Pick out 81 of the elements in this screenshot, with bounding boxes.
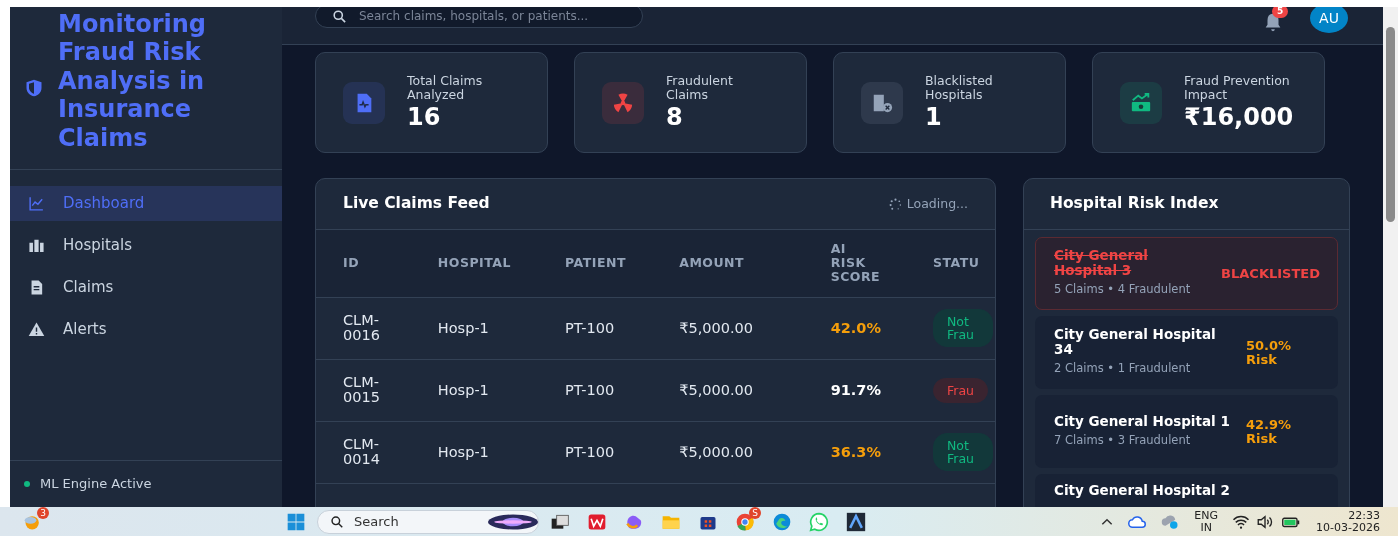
hospital-item[interactable]: City General Hospital 1 7 Claims • 3 Fraudulent 42.9% Risk — [1035, 395, 1338, 468]
card-title: Hospital Risk Index — [1050, 193, 1219, 215]
windows-icon[interactable] — [286, 511, 306, 532]
risk-score: 42.0% — [830, 319, 881, 336]
nav-item[interactable]: Claims — [10, 270, 282, 305]
table-cell: PT-100 — [565, 319, 615, 336]
stat-label: Total Claims Analyzed — [407, 73, 484, 102]
loading-text: Loading... — [906, 194, 968, 213]
app-title: Monitoring Fraud Risk Analysis in Insurance Claims — [58, 9, 207, 153]
stat-label: Blacklisted Hospitals — [925, 73, 994, 102]
chart-line-icon — [28, 195, 45, 212]
clock[interactable]: 22:33 10-03-2026 — [1316, 509, 1380, 534]
table-cell-text: CLM-0014 — [343, 437, 381, 467]
notification-badge: 5 — [1272, 7, 1289, 18]
status-dot-icon — [24, 481, 30, 487]
risk-score: 91.7% — [830, 381, 881, 398]
speaker-icon[interactable] — [1256, 512, 1275, 531]
clock-time: 22:33 — [1347, 509, 1380, 522]
money-trend-icon — [1130, 91, 1152, 114]
hospital-item[interactable]: City General Hospital 34 2 Claims • 1 Fraudulent 50.0% Risk — [1035, 316, 1338, 389]
table-cell: PT-100 — [565, 381, 615, 398]
region-code: IN — [1199, 521, 1213, 534]
clock-date: 10-03-2026 — [1316, 521, 1380, 534]
column-header: STATU — [933, 255, 980, 271]
stat-value: ₹16,000 — [1184, 102, 1295, 132]
column-header: AMOUNT — [679, 255, 745, 271]
stat-value: 1 — [925, 102, 943, 132]
table-cell-text: CLM-0016 — [343, 313, 381, 343]
card-title: Live Claims Feed — [343, 193, 490, 215]
engine-status: ML Engine Active — [40, 475, 152, 494]
hospital-name: City General Hospital 2 — [1054, 483, 1231, 498]
spinner-icon — [888, 197, 902, 211]
table-cell: ₹5,000.00 — [679, 319, 754, 336]
hospital-stats: 2 Claims • 1 Fraudulent — [1054, 360, 1192, 378]
status-badge: Frau — [933, 377, 988, 403]
status-badge: Not Frau — [933, 309, 993, 347]
hospital-stats: 5 Claims • 4 Fraudulent — [1054, 281, 1191, 299]
status-badge: Not Frau — [933, 433, 993, 471]
column-header: HOSPITAL — [437, 255, 511, 271]
building-icon — [28, 237, 45, 254]
search-field[interactable]: Search claims, hospitals, or patients... — [315, 7, 643, 28]
stat-label: Fraud Prevention Impact — [1184, 73, 1291, 102]
warning-icon — [28, 321, 45, 338]
risk-label: BLACKLISTED — [1221, 266, 1320, 281]
column-header: PATIENT — [565, 255, 626, 271]
column-header: ID — [343, 255, 360, 271]
table-cell: ₹5,000.00 — [679, 381, 754, 398]
table-cell: PT-100 — [565, 443, 615, 460]
table-cell-text: CLM-0015 — [343, 375, 381, 405]
table-cell: ₹5,000.00 — [679, 443, 754, 460]
hospital-stats: 7 Claims • 3 Fraudulent — [1054, 431, 1192, 449]
search-icon — [332, 8, 347, 24]
search-icon — [330, 514, 344, 529]
hospital-name: City General Hospital 34 — [1054, 327, 1217, 358]
nav-item[interactable]: Alerts — [10, 312, 282, 347]
hospital-item[interactable]: City General Hospital 2 — [1035, 474, 1338, 507]
language-code: ENG — [1194, 509, 1219, 522]
radiation-icon — [612, 91, 634, 114]
chrome-icon[interactable] — [735, 511, 755, 532]
column-header: AI RISK SCORE — [830, 242, 881, 285]
search-label: Search — [354, 512, 399, 531]
stat-label: Fraudulent Claims — [666, 73, 734, 102]
risk-score: 36.3% — [830, 443, 881, 460]
table-cell: Hosp-1 — [437, 443, 489, 460]
risk-label: 42.9% Risk — [1246, 417, 1293, 446]
user-avatar[interactable]: AU — [1310, 7, 1348, 33]
nav-item[interactable]: Hospitals — [10, 228, 282, 263]
table-cell: Hosp-1 — [437, 319, 489, 336]
edge-icon[interactable] — [772, 511, 792, 532]
taskbar-search[interactable]: Search — [317, 509, 539, 534]
language-indicator[interactable]: ENG IN — [1194, 509, 1219, 534]
scrollbar[interactable] — [1383, 7, 1398, 507]
stat-value: 16 — [407, 102, 442, 132]
stat-value: 8 — [666, 101, 684, 132]
hospital-name: City General Hospital 1 — [1054, 413, 1231, 429]
shield-icon — [24, 78, 44, 98]
hospital-item[interactable]: City General Hospital 3 5 Claims • 4 Fraudulent BLACKLISTED — [1035, 237, 1338, 310]
table-cell: Hosp-1 — [437, 381, 489, 398]
hospital-name: City General Hospital 3 — [1054, 248, 1149, 279]
risk-label: 50.0% Risk — [1246, 338, 1293, 367]
app-icon[interactable] — [846, 511, 866, 532]
